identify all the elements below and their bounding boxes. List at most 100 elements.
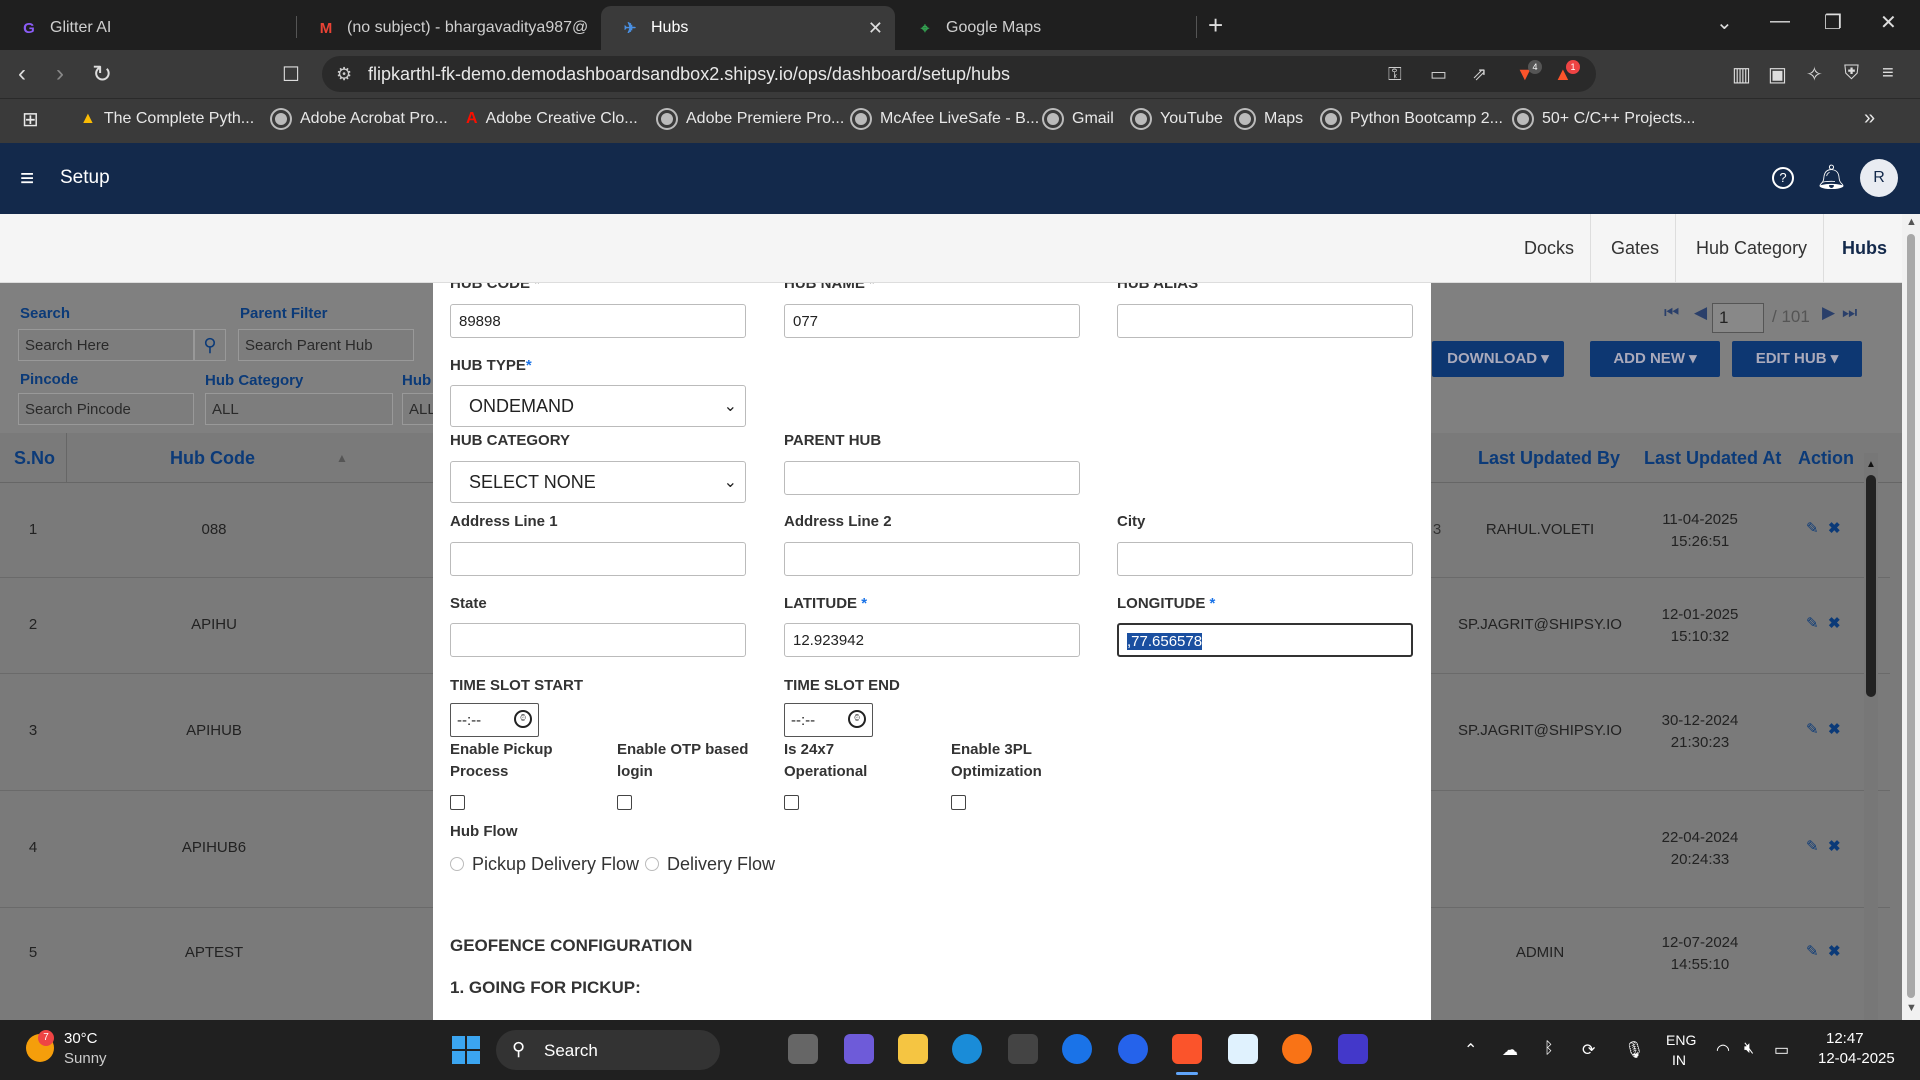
weather-desc[interactable]: Sunny: [64, 1050, 107, 1067]
task-view-icon[interactable]: [788, 1034, 818, 1064]
delete-icon[interactable]: ✖: [1828, 519, 1841, 537]
windows-start-icon[interactable]: [452, 1036, 480, 1064]
hub-category-filter[interactable]: ALL: [205, 393, 393, 425]
bookmark-icon[interactable]: ☐: [282, 62, 300, 87]
microphone-icon[interactable]: 🎙︎: [1624, 1040, 1644, 1060]
edge-icon[interactable]: [952, 1034, 982, 1064]
taskbar-search[interactable]: ⚲ Search: [496, 1030, 720, 1070]
delete-icon[interactable]: ✖: [1828, 720, 1841, 738]
hub-code-input[interactable]: 89898: [450, 304, 746, 338]
clock-icon[interactable]: ⌚︎: [848, 710, 866, 728]
edit-hub-button[interactable]: EDIT HUB ▾: [1732, 341, 1862, 377]
state-input[interactable]: [450, 623, 746, 657]
brave-shield-icon[interactable]: ▼ 4: [1516, 60, 1542, 85]
battery-icon[interactable]: ▭: [1774, 1040, 1789, 1060]
weather-temp[interactable]: 30°C: [64, 1030, 98, 1047]
pickup-delivery-flow-label[interactable]: Pickup Delivery Flow: [472, 854, 639, 875]
delete-icon[interactable]: ✖: [1828, 837, 1841, 855]
hamburger-menu-icon[interactable]: ≡: [20, 165, 34, 193]
bookmark-item[interactable]: YouTube: [1132, 110, 1223, 128]
search-icon[interactable]: ⚲: [194, 329, 226, 361]
wallet-icon[interactable]: ▣: [1768, 62, 1787, 87]
hub-type-select[interactable]: ONDEMAND ⌄: [450, 385, 746, 427]
ms-store-icon[interactable]: [1008, 1034, 1038, 1064]
sidebar-icon[interactable]: ▥: [1732, 62, 1751, 87]
parent-hub-input[interactable]: Search Parent Hub: [238, 329, 414, 361]
edit-icon[interactable]: ✎: [1806, 942, 1819, 960]
back-icon[interactable]: ‹: [18, 60, 26, 88]
app-icon[interactable]: [1282, 1034, 1312, 1064]
new-tab-button[interactable]: +: [1208, 10, 1223, 41]
url-text[interactable]: flipkarthl-fk-demo.demodashboardsandbox2…: [368, 64, 1010, 85]
time-slot-start-input[interactable]: --:-- ⌚︎: [450, 703, 539, 737]
site-info-icon[interactable]: ⚙: [336, 64, 352, 85]
leo-ai-icon[interactable]: ✧: [1806, 62, 1823, 87]
delete-icon[interactable]: ✖: [1828, 614, 1841, 632]
search-input[interactable]: Search Here: [18, 329, 194, 361]
time-slot-end-input[interactable]: --:-- ⌚︎: [784, 703, 873, 737]
bluetooth-icon[interactable]: ᛒ: [1544, 1040, 1554, 1058]
bookmark-item[interactable]: Adobe Premiere Pro...: [658, 110, 844, 128]
more-bookmarks-icon[interactable]: »: [1864, 107, 1875, 130]
glitter-app-icon[interactable]: [1338, 1034, 1368, 1064]
hub-name-input[interactable]: 077: [784, 304, 1080, 338]
tab-glitter-ai[interactable]: G Glitter AI: [0, 6, 296, 50]
bookmark-item[interactable]: McAfee LiveSafe - B...: [852, 110, 1039, 128]
tab-hubs[interactable]: ✈ Hubs ✕: [601, 6, 895, 50]
edit-icon[interactable]: ✎: [1806, 837, 1819, 855]
address-line2-input[interactable]: [784, 542, 1080, 576]
tab-gmail[interactable]: M (no subject) - bhargavaditya987@g: [297, 6, 597, 50]
tab-search-icon[interactable]: ⌄: [1716, 10, 1733, 35]
latitude-input[interactable]: 12.923942: [784, 623, 1080, 657]
bookmark-item[interactable]: Python Bootcamp 2...: [1322, 110, 1503, 128]
clock-time[interactable]: 12:47: [1826, 1030, 1864, 1047]
longitude-input[interactable]: ,77.656578: [1117, 623, 1413, 657]
page-input[interactable]: 1: [1712, 303, 1764, 333]
edit-icon[interactable]: ✎: [1806, 519, 1819, 537]
brave-icon[interactable]: [1172, 1034, 1202, 1064]
col-hub-code[interactable]: Hub Code: [170, 448, 255, 469]
last-page-icon[interactable]: ⏭: [1842, 303, 1857, 323]
tab-google-maps[interactable]: ⌖ Google Maps: [896, 6, 1196, 50]
page-scrollbar[interactable]: ▲ ▼: [1902, 214, 1920, 1020]
pickup-delivery-flow-radio[interactable]: [450, 857, 464, 871]
add-new-button[interactable]: ADD NEW ▾: [1590, 341, 1720, 377]
cast-icon[interactable]: ▭: [1430, 64, 1447, 85]
help-icon[interactable]: ?: [1772, 167, 1794, 189]
clock-icon[interactable]: ⌚︎: [514, 710, 532, 728]
forward-icon[interactable]: ›: [56, 60, 64, 88]
parent-hub-input[interactable]: [784, 461, 1080, 495]
hub-category-select[interactable]: SELECT NONE ⌄: [450, 461, 746, 503]
enable-3pl-checkbox[interactable]: [951, 795, 966, 810]
maximize-button[interactable]: ❐: [1824, 10, 1842, 35]
bookmark-item[interactable]: Gmail: [1044, 110, 1114, 128]
avatar[interactable]: R: [1860, 159, 1898, 197]
notification-bell-icon[interactable]: 🔔︎: [1816, 163, 1846, 192]
bookmark-item[interactable]: 50+ C/C++ Projects...: [1514, 110, 1695, 128]
delivery-flow-radio[interactable]: [645, 857, 659, 871]
city-input[interactable]: [1117, 542, 1413, 576]
reload-icon[interactable]: ↻: [92, 60, 112, 89]
vpn-icon[interactable]: ⛨: [1844, 62, 1859, 85]
close-tab-icon[interactable]: ✕: [868, 18, 883, 39]
subnav-hubs[interactable]: Hubs: [1842, 238, 1887, 259]
bookmark-item[interactable]: Maps: [1236, 110, 1303, 128]
sort-asc-icon[interactable]: ▲: [336, 451, 348, 465]
apps-grid-icon[interactable]: ⊞: [22, 107, 39, 132]
scroll-down-icon[interactable]: ▼: [1906, 1002, 1917, 1014]
close-window-button[interactable]: ✕: [1880, 10, 1897, 35]
bookmark-item[interactable]: Adobe Acrobat Pro...: [272, 110, 448, 128]
brave-rewards-icon[interactable]: ▲ 1: [1554, 60, 1580, 85]
password-key-icon[interactable]: ⚿: [1388, 64, 1402, 85]
scroll-up-icon[interactable]: ▲: [1866, 459, 1876, 470]
enable-otp-checkbox[interactable]: [617, 795, 632, 810]
menu-icon[interactable]: ≡: [1882, 62, 1894, 85]
address-bar[interactable]: ⚙ flipkarthl-fk-demo.demodashboardsandbo…: [322, 56, 1596, 92]
prev-page-icon[interactable]: ◀: [1694, 303, 1707, 323]
enable-pickup-checkbox[interactable]: [450, 795, 465, 810]
hub-alias-input[interactable]: [1117, 304, 1413, 338]
first-page-icon[interactable]: ⏮: [1664, 303, 1679, 323]
download-button[interactable]: DOWNLOAD ▾: [1432, 341, 1564, 377]
app-icon[interactable]: [1228, 1034, 1258, 1064]
address-line1-input[interactable]: [450, 542, 746, 576]
